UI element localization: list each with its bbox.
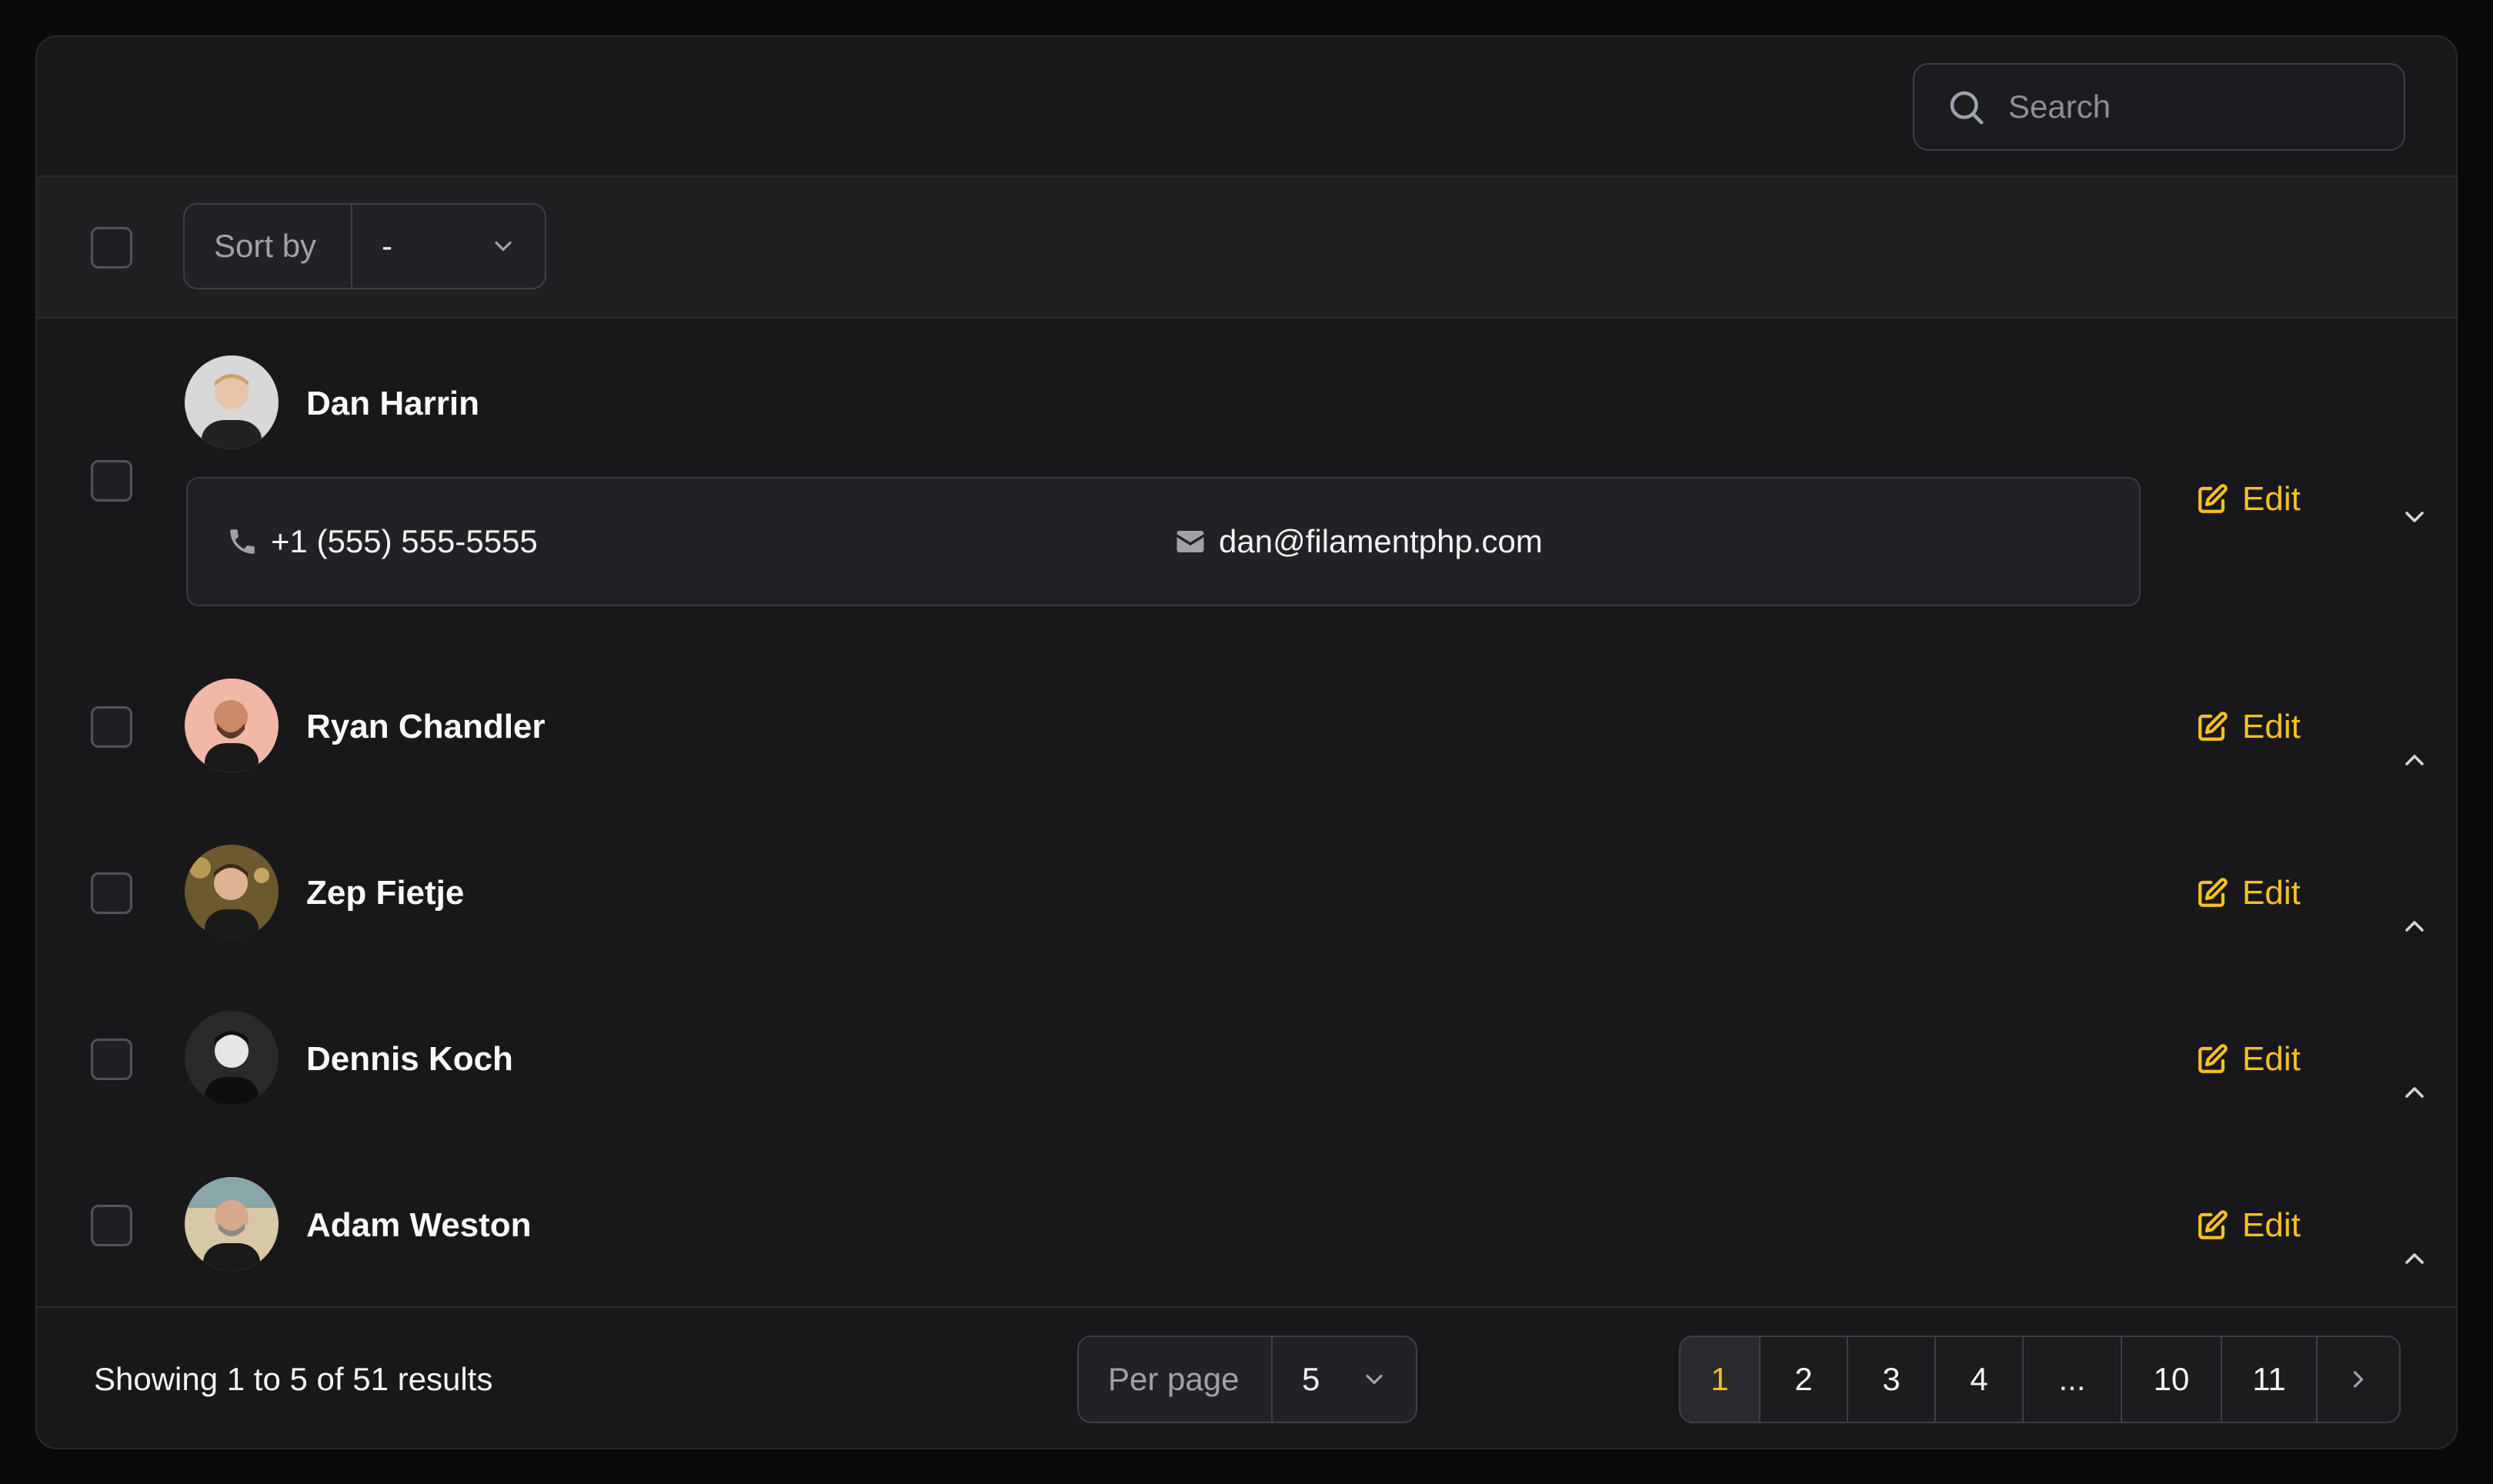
avatar [185,1177,279,1271]
page-button-11[interactable]: 11 [2222,1337,2318,1422]
search-field[interactable] [1913,63,2405,151]
search-input[interactable] [2008,88,2378,125]
avatar [185,845,279,939]
table-footer: Showing 1 to 5 of 51 results Per page 5 … [37,1306,2456,1448]
page-button-4[interactable]: 4 [1936,1337,2024,1422]
per-page-value[interactable]: 5 [1273,1361,1416,1398]
record-name: Dennis Koch [306,1040,513,1078]
per-page-select[interactable]: Per page 5 [1077,1336,1417,1423]
phone-value: +1 (555) 555-5555 [271,523,538,559]
record-details: +1 (555) 555-5555 dan@filamentphp.com [186,477,2141,606]
page-button-2[interactable]: 2 [1760,1337,1848,1422]
phone-entry: +1 (555) 555-5555 [226,479,538,605]
avatar [185,679,279,772]
record-name: Zep Fietje [306,874,465,912]
envelope-icon [1176,531,1204,552]
chevron-right-icon [2353,1371,2364,1388]
page-ellipsis: ... [2024,1337,2122,1422]
pagination: 1 2 3 4 ... 10 11 [1679,1336,2401,1423]
expand-toggle-icon[interactable] [2399,911,2430,942]
expand-toggle-icon[interactable] [2399,745,2430,775]
record-name: Ryan Chandler [306,708,546,745]
row-checkbox[interactable] [91,1039,132,1080]
per-page-label: Per page [1079,1337,1273,1422]
edit-button[interactable]: Edit [2196,708,2301,746]
edit-icon [2198,1044,2228,1073]
edit-icon [2198,712,2228,741]
next-page-button[interactable] [2318,1337,2399,1422]
edit-icon [2198,878,2228,907]
table-toolbar: Sort by - [37,177,2456,318]
results-summary: Showing 1 to 5 of 51 results [94,1361,493,1397]
row-checkbox[interactable] [91,872,132,914]
record-name: Dan Harrin [306,385,479,422]
sort-select[interactable]: Sort by - [183,203,546,289]
expand-toggle-icon[interactable] [2399,1077,2430,1108]
search-icon [1950,91,1984,125]
row-checkbox[interactable] [91,706,132,748]
phone-icon [230,529,255,554]
collapse-toggle-icon[interactable] [2399,502,2430,532]
table-card: Sort by - Dan Harrin +1 (555) 555-5555 d… [35,35,2458,1449]
page-button-1[interactable]: 1 [1680,1337,1760,1422]
page-button-3[interactable]: 3 [1848,1337,1936,1422]
row-checkbox[interactable] [91,1205,132,1246]
edit-button[interactable]: Edit [2196,1040,2301,1079]
edit-icon [2198,1210,2228,1239]
sort-label: Sort by [185,205,352,288]
email-entry: dan@filamentphp.com [1174,479,1543,605]
chevron-down-icon [495,241,512,252]
edit-button[interactable]: Edit [2196,1206,2301,1245]
edit-button[interactable]: Edit [2196,480,2301,519]
row-checkbox[interactable] [91,460,132,502]
select-all-checkbox[interactable] [91,227,132,268]
sort-value[interactable]: - [352,228,545,265]
record-name: Adam Weston [306,1206,532,1244]
avatar [185,355,279,449]
expand-toggle-icon[interactable] [2399,1243,2430,1274]
table-header [37,37,2456,177]
page-button-10[interactable]: 10 [2122,1337,2222,1422]
chevron-down-icon [1366,1374,1383,1385]
email-value: dan@filamentphp.com [1219,523,1543,559]
edit-button[interactable]: Edit [2196,874,2301,912]
edit-icon [2198,484,2228,513]
avatar [185,1011,279,1105]
